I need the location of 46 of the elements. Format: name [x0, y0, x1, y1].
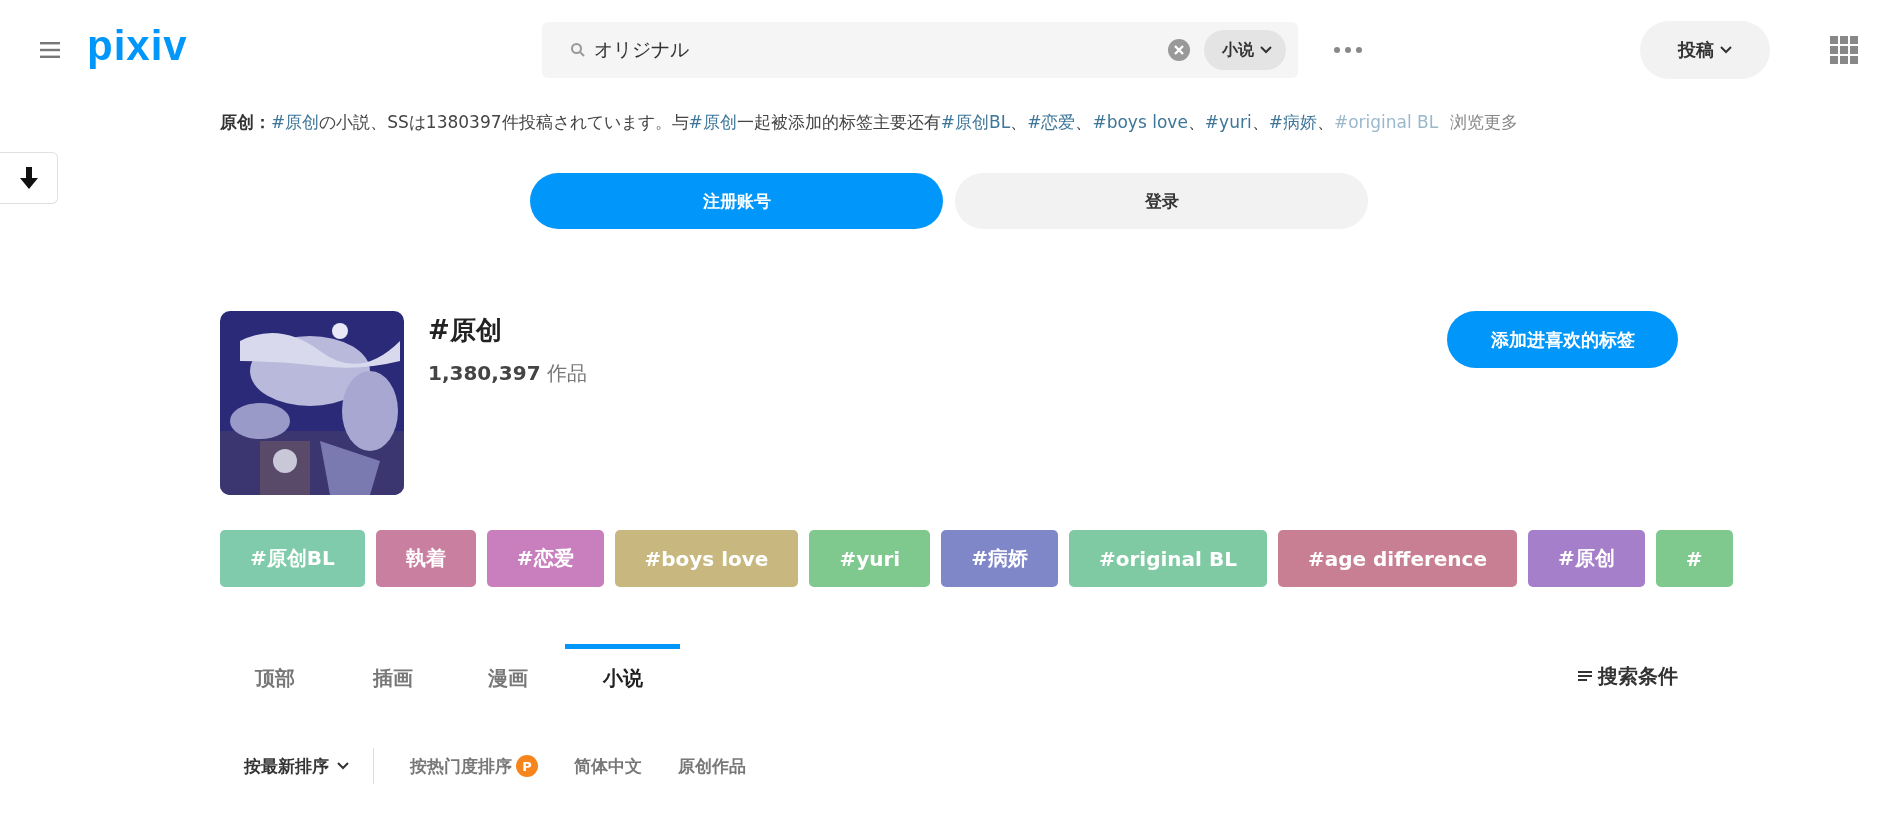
download-button[interactable] — [0, 152, 58, 204]
work-count: 1,380,397 — [428, 361, 541, 385]
login-button[interactable]: 登录 — [955, 173, 1368, 229]
tag-link[interactable]: #病娇 — [1268, 111, 1317, 132]
caret-icon — [1260, 46, 1272, 54]
more-icon[interactable] — [1334, 47, 1362, 53]
search-options-button[interactable]: 搜索条件 — [1578, 662, 1678, 690]
down-arrow-icon — [18, 167, 39, 189]
signup-button[interactable]: 注册账号 — [530, 173, 943, 229]
tab[interactable]: 漫画 — [450, 644, 565, 708]
clear-icon[interactable] — [1168, 39, 1190, 61]
filter-button[interactable]: 原创作品 — [678, 754, 746, 778]
related-tag[interactable]: 執着 — [375, 530, 476, 587]
tag-link[interactable]: #原创 — [271, 111, 320, 132]
caret-icon — [337, 762, 349, 770]
add-favorite-tag-button[interactable]: 添加进喜欢的标签 — [1447, 311, 1678, 368]
tag-link[interactable]: #yuri — [1204, 111, 1252, 132]
tag-link[interactable]: #恋爱 — [1027, 111, 1076, 132]
sort-dropdown[interactable]: 按最新排序 — [244, 754, 349, 778]
related-tag[interactable]: #原创 — [1528, 530, 1645, 587]
see-more-link[interactable]: 浏览更多 — [1450, 110, 1519, 134]
search-field[interactable]: オリジナル 小说 — [542, 22, 1298, 78]
filter-button[interactable]: 简体中文 — [574, 754, 642, 778]
tag-link[interactable]: #boys love — [1092, 111, 1188, 132]
tab[interactable]: 小说 — [565, 644, 680, 708]
post-button[interactable]: 投稿 — [1640, 21, 1770, 79]
tab[interactable]: 插画 — [335, 644, 450, 708]
caret-icon — [1720, 46, 1732, 54]
list-icon — [1578, 670, 1592, 682]
tag-title: #原创 — [428, 314, 503, 347]
popular-sort-button[interactable]: 按热门度排序 P — [410, 754, 538, 778]
related-tag[interactable]: #恋爱 — [486, 530, 604, 587]
related-tag[interactable]: #病娇 — [941, 530, 1058, 587]
tag-link[interactable]: #原创 — [688, 111, 737, 132]
work-count-unit: 作品 — [546, 361, 587, 385]
tag-description: 原创：#原创の小説、SSは1380397件投稿されています。与#原创一起被添加的标签主要还有#原创BL、#恋爱、#boys love、#yuri、#病娇、#original BL — [220, 110, 1439, 134]
menu-icon[interactable] — [40, 42, 60, 58]
related-tag[interactable]: #age difference — [1277, 530, 1518, 587]
logo[interactable]: pixiv — [87, 25, 188, 67]
tab[interactable]: 顶部 — [255, 644, 335, 708]
search-value: オリジナル — [594, 37, 690, 62]
scope-dropdown[interactable]: 小说 — [1204, 30, 1286, 70]
search-icon — [570, 42, 586, 58]
tag-link[interactable]: #原创BL — [940, 111, 1011, 132]
premium-badge: P — [516, 755, 538, 777]
apps-grid-icon[interactable] — [1830, 36, 1858, 64]
